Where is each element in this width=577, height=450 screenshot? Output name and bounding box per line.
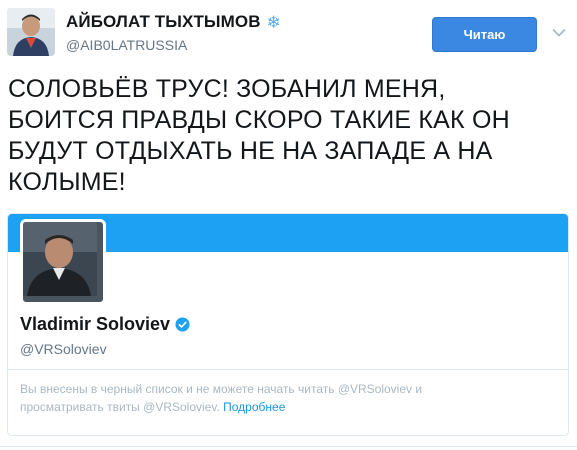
profile-avatar[interactable] [20, 219, 106, 305]
profile-handle[interactable]: @VRSoloviev [20, 341, 107, 357]
tweet-text-line: БОИТСЯ ПРАВДЫ СКОРО ТАКИЕ КАК ОН [8, 106, 510, 134]
chevron-down-icon[interactable] [552, 28, 566, 38]
quoted-profile-card[interactable]: Vladimir Soloviev @VRSoloviev Вы внесены… [7, 213, 569, 436]
verified-badge-icon [175, 317, 190, 332]
learn-more-link[interactable]: Подробнее [223, 400, 285, 414]
tweet-text: СОЛОВЬЁВ ТРУС! ЗОБАНИЛ МЕНЯ, БОИТСЯ ПРАВ… [8, 74, 568, 198]
following-button[interactable]: Читаю [432, 17, 537, 52]
author-avatar-image [7, 8, 55, 56]
author-avatar[interactable] [7, 8, 55, 56]
profile-name[interactable]: Vladimir Soloviev [20, 314, 170, 335]
blocked-notice-text: просматривать твиты @VRSoloviev. [20, 400, 220, 414]
tweet-text-line: БУДУТ ОТДЫХАТЬ НЕ НА ЗАПАДЕ А НА [8, 137, 493, 165]
blocked-notice: Вы внесены в черный список и не можете н… [20, 380, 550, 416]
tweet-text-line: КОЛЫМЕ! [8, 168, 126, 196]
card-divider [8, 369, 568, 370]
profile-avatar-image [23, 222, 97, 296]
tweet-card: АЙБОЛАТ ТЫХТЫМОВ ❄ @AIB0LATRUSSIA Читаю … [0, 0, 577, 450]
bottom-divider [0, 446, 577, 447]
blocked-notice-line: Вы внесены в черный список и не можете н… [20, 382, 423, 396]
author-name-row: АЙБОЛАТ ТЫХТЫМОВ ❄ [66, 12, 281, 32]
snowflake-icon: ❄ [266, 12, 281, 32]
profile-name-row: Vladimir Soloviev [20, 314, 190, 335]
blocked-notice-line: просматривать твиты @VRSoloviev. Подробн… [20, 398, 550, 416]
author-handle[interactable]: @AIB0LATRUSSIA [66, 37, 187, 53]
tweet-text-line: СОЛОВЬЁВ ТРУС! ЗОБАНИЛ МЕНЯ, [8, 75, 446, 103]
author-name[interactable]: АЙБОЛАТ ТЫХТЫМОВ [66, 12, 261, 32]
